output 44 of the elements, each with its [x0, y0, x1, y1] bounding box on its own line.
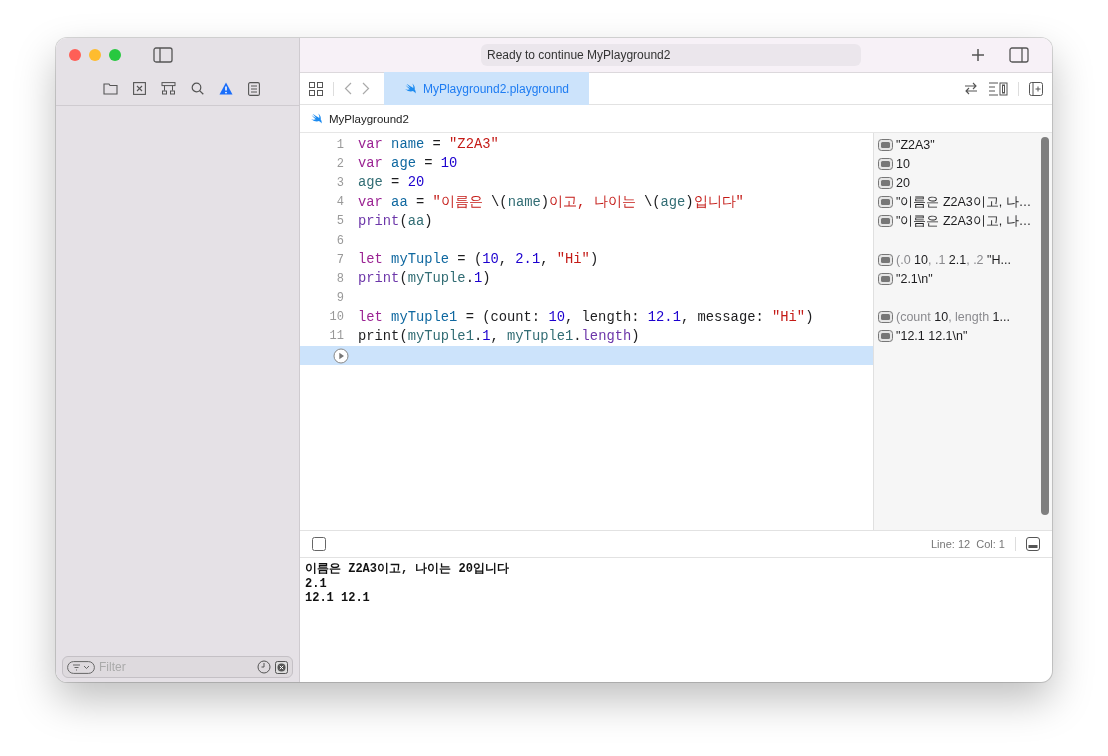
- code-line: print(myTuple1.1, myTuple1.length): [358, 328, 640, 344]
- result-value: "2.1\n": [896, 271, 933, 286]
- result-value: (.0 10, .1 2.1, .2 "H...: [896, 252, 1011, 267]
- result-value: 10: [896, 156, 910, 171]
- line-number: 3: [336, 175, 344, 190]
- activity-status: Ready to continue MyPlayground2: [481, 44, 861, 66]
- result-value: "이름은 Z2A3이고, 나…: [896, 212, 1032, 230]
- line-number: 4: [336, 195, 344, 210]
- result-value: 20: [896, 175, 910, 190]
- line-number: 7: [336, 252, 344, 267]
- code-line: let myTuple1 = (count: 10, length: 12.1, message: "Hi"): [358, 309, 814, 325]
- line-number: 6: [336, 233, 344, 248]
- result-value: "이름은 Z2A3이고, 나…: [896, 193, 1032, 211]
- editor-line[interactable]: 5 print(aa): [300, 211, 873, 231]
- code-line: print(aa): [358, 213, 433, 229]
- result-value: (count 10, length 1...: [896, 310, 1010, 325]
- result-value: "12.1 12.1\n": [896, 329, 968, 344]
- result-value: "Z2A3": [896, 137, 935, 152]
- editor-line[interactable]: 7 let myTuple = (10, 2.1, "Hi"): [300, 250, 873, 270]
- line-number: 10: [329, 310, 344, 325]
- editor-line[interactable]: 1 var name = "Z2A3": [300, 135, 873, 155]
- line-number: 9: [336, 291, 344, 306]
- console-output-line: 이름은 Z2A3이고, 나이는 20입니다: [305, 562, 510, 577]
- console-output-line: 2.1: [305, 576, 328, 591]
- code-line: let myTuple = (10, 2.1, "Hi"): [358, 252, 599, 268]
- line-number: 2: [336, 156, 344, 171]
- line-number: 5: [336, 214, 344, 229]
- line-number: 11: [329, 329, 344, 344]
- code-line: var aa = "이름은 \(name)이고, 나이는 \(age)입니다": [358, 194, 744, 212]
- editor-line[interactable]: 8 print(myTuple.1): [300, 269, 873, 289]
- code-line: age = 20: [358, 175, 425, 191]
- code-line: var age = 10: [358, 156, 458, 172]
- code-line: print(myTuple.1): [358, 271, 491, 287]
- editor-line[interactable]: 4 var aa = "이름은 \(name)이고, 나이는 \(age)입니다": [300, 192, 873, 212]
- editor-line[interactable]: 11 print(myTuple1.1, myTuple1.length): [300, 326, 873, 347]
- breadcrumb[interactable]: MyPlayground2: [329, 112, 409, 125]
- line-number: 1: [336, 137, 344, 152]
- code-line: var name = "Z2A3": [358, 137, 499, 153]
- editor-line[interactable]: 3 age = 20: [300, 173, 873, 193]
- editor-line[interactable]: 2 var age = 10: [300, 154, 873, 174]
- cursor-position: Line: 12 Col: 1: [931, 538, 1005, 550]
- line-number: 8: [336, 271, 344, 286]
- editor-line[interactable]: 10 let myTuple1 = (count: 10, length: 12.1, message: "Hi"): [300, 307, 873, 327]
- console-output-line: 12.1 12.1: [305, 591, 371, 606]
